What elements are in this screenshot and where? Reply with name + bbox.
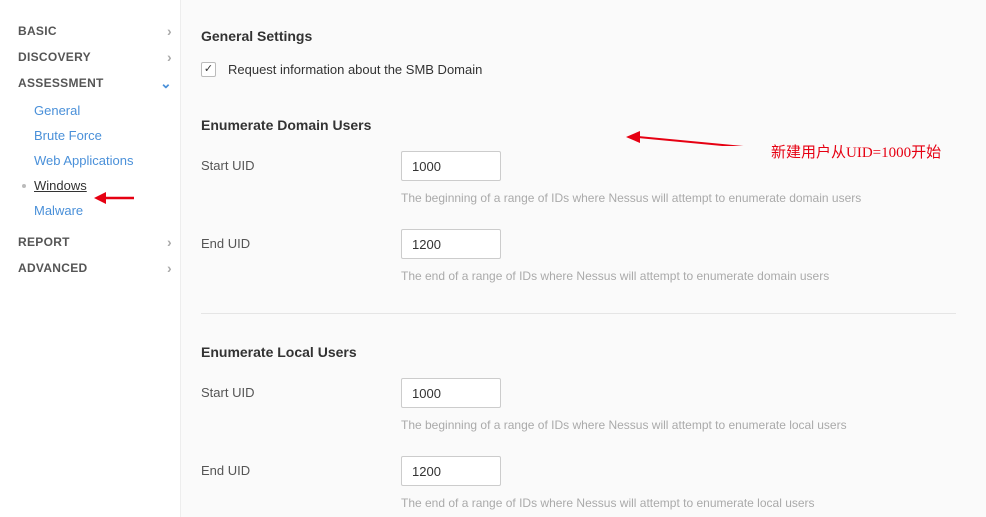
sidebar-item-label: Windows: [34, 178, 87, 193]
section-title-domain: Enumerate Domain Users: [201, 117, 956, 133]
domain-start-uid-label: Start UID: [201, 151, 401, 173]
sidebar: BASIC › DISCOVERY › ASSESSMENT ⌄ General…: [0, 0, 180, 517]
nav-section-report[interactable]: REPORT ›: [18, 229, 180, 255]
nav-section-assessment[interactable]: ASSESSMENT ⌄: [18, 70, 180, 96]
smb-checkbox-row: ✓ Request information about the SMB Doma…: [201, 62, 956, 77]
domain-end-uid-help: The end of a range of IDs where Nessus w…: [401, 269, 956, 283]
chevron-right-icon: ›: [167, 50, 172, 64]
local-end-uid-input[interactable]: [401, 456, 501, 486]
domain-start-uid-input[interactable]: [401, 151, 501, 181]
nav-label: DISCOVERY: [18, 50, 91, 64]
domain-end-uid-input[interactable]: [401, 229, 501, 259]
nav-section-discovery[interactable]: DISCOVERY ›: [18, 44, 180, 70]
smb-checkbox-label: Request information about the SMB Domain: [228, 62, 482, 77]
chevron-down-icon: ⌄: [160, 76, 172, 90]
nav-label: BASIC: [18, 24, 57, 38]
check-icon: ✓: [204, 64, 213, 75]
chevron-right-icon: ›: [167, 261, 172, 275]
domain-end-uid-label: End UID: [201, 229, 401, 251]
nav-section-basic[interactable]: BASIC ›: [18, 18, 180, 44]
local-start-uid-label: Start UID: [201, 378, 401, 400]
nav-label: REPORT: [18, 235, 70, 249]
local-end-uid-help: The end of a range of IDs where Nessus w…: [401, 496, 956, 510]
sidebar-item-malware[interactable]: Malware: [18, 198, 180, 223]
chevron-right-icon: ›: [167, 24, 172, 38]
bullet-icon: [22, 184, 26, 188]
sidebar-item-windows[interactable]: Windows: [18, 173, 180, 198]
local-end-uid-label: End UID: [201, 456, 401, 478]
sidebar-item-label: Web Applications: [34, 153, 134, 168]
local-start-uid-input[interactable]: [401, 378, 501, 408]
sidebar-item-label: Brute Force: [34, 128, 102, 143]
domain-start-uid-help: The beginning of a range of IDs where Ne…: [401, 191, 956, 205]
smb-checkbox[interactable]: ✓: [201, 62, 216, 77]
sidebar-item-label: General: [34, 103, 80, 118]
nav-label: ADVANCED: [18, 261, 88, 275]
sidebar-item-label: Malware: [34, 203, 83, 218]
chevron-right-icon: ›: [167, 235, 172, 249]
section-title-general: General Settings: [201, 28, 956, 44]
main-panel: General Settings ✓ Request information a…: [180, 0, 986, 517]
section-title-local: Enumerate Local Users: [201, 344, 956, 360]
divider: [201, 313, 956, 314]
sidebar-item-web-applications[interactable]: Web Applications: [18, 148, 180, 173]
assessment-subitems: General Brute Force Web Applications Win…: [18, 96, 180, 229]
local-start-uid-help: The beginning of a range of IDs where Ne…: [401, 418, 956, 432]
nav-label: ASSESSMENT: [18, 76, 104, 90]
nav-section-advanced[interactable]: ADVANCED ›: [18, 255, 180, 281]
sidebar-item-general[interactable]: General: [18, 98, 180, 123]
sidebar-item-brute-force[interactable]: Brute Force: [18, 123, 180, 148]
